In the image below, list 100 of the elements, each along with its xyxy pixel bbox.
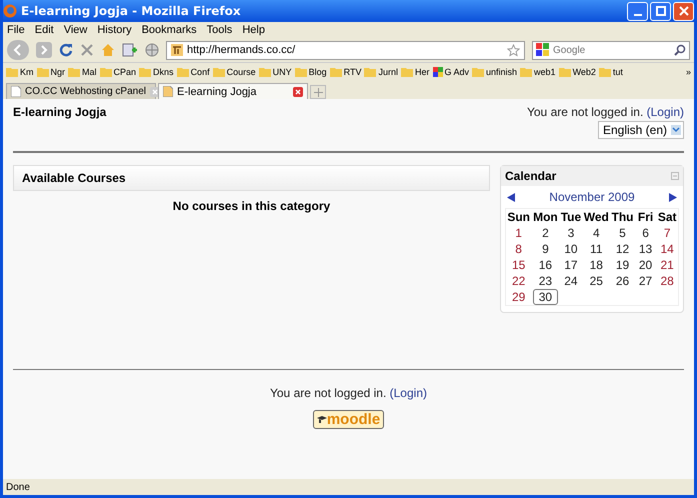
- folder-icon: [176, 67, 189, 77]
- calendar-day[interactable]: 26: [612, 274, 632, 288]
- weekday-header: Mon: [532, 209, 559, 225]
- plus-icon: [314, 88, 322, 96]
- calendar-day[interactable]: 4: [590, 226, 603, 240]
- calendar-day[interactable]: 7: [660, 226, 674, 240]
- menu-item[interactable]: Help: [242, 24, 265, 36]
- bookmark-item[interactable]: Her: [400, 67, 430, 77]
- more-bookmarks-button[interactable]: »: [686, 67, 691, 77]
- calendar-day[interactable]: 25: [586, 274, 606, 288]
- bookmark-item[interactable]: Ngr: [36, 67, 66, 77]
- month-title[interactable]: November 2009: [549, 190, 635, 204]
- calendar-day[interactable]: 5: [616, 226, 629, 240]
- star-icon[interactable]: [507, 44, 520, 56]
- folder-icon: [6, 67, 18, 77]
- previous-month-icon[interactable]: [507, 192, 515, 202]
- bookmark-item[interactable]: Blog: [294, 67, 327, 77]
- language-select[interactable]: English (en): [598, 121, 684, 139]
- menu-item[interactable]: Tools: [206, 24, 232, 36]
- engine-icon: [536, 43, 550, 57]
- close-icon: [678, 6, 688, 16]
- browser-tab[interactable]: CO.CC Webhosting cPanel: [6, 83, 156, 99]
- bookmark-item[interactable]: Conf: [176, 67, 210, 77]
- bookmark-item[interactable]: Mal: [68, 67, 97, 77]
- bookmark-item[interactable]: Course: [212, 67, 256, 77]
- calendar-day[interactable]: 1: [512, 226, 525, 240]
- calendar-day[interactable]: 9: [539, 242, 552, 256]
- bookmark-item[interactable]: web1: [520, 67, 556, 77]
- bookmark-item[interactable]: G Adv: [432, 67, 470, 77]
- close-tab-icon[interactable]: [150, 86, 160, 96]
- address-field[interactable]: http://hermands.co.cc/: [166, 40, 525, 60]
- calendar-day[interactable]: 2: [539, 226, 552, 240]
- calendar-day[interactable]: 18: [586, 258, 606, 272]
- calendar-day[interactable]: 16: [536, 258, 556, 272]
- calendar-day[interactable]: 27: [636, 274, 656, 288]
- calendar-day[interactable]: 14: [657, 242, 677, 256]
- bookmark-item[interactable]: CPan: [100, 67, 136, 77]
- menu-item[interactable]: View: [64, 24, 88, 36]
- calendar-day[interactable]: 13: [636, 242, 656, 256]
- weekday-header: Fri: [634, 208, 656, 225]
- site-icon: [171, 44, 183, 56]
- bookmark-item[interactable]: RTV: [330, 67, 362, 77]
- calendar-day[interactable]: 21: [657, 258, 677, 272]
- calendar-day[interactable]: 3: [564, 226, 578, 240]
- folder-icon: [294, 67, 307, 77]
- calendar-day[interactable]: 29: [508, 290, 528, 304]
- folder-icon: [212, 67, 225, 77]
- minimize-button[interactable]: [627, 2, 648, 20]
- folder-icon: [100, 67, 112, 77]
- menu-item[interactable]: History: [97, 24, 132, 36]
- firefox-icon: [3, 4, 17, 18]
- weekday-header: Tue: [560, 209, 582, 225]
- calendar-day[interactable]: 8: [512, 242, 525, 256]
- browser-tab[interactable]: E-learning Jogja: [158, 83, 308, 99]
- stop-icon[interactable]: [80, 43, 94, 57]
- weekday-header: Sun: [506, 209, 531, 225]
- calendar-day[interactable]: 28: [657, 274, 677, 288]
- calendar-day[interactable]: 15: [508, 258, 528, 272]
- calendar-day[interactable]: 24: [561, 274, 581, 288]
- globe-icon[interactable]: [145, 43, 159, 57]
- bookmark-item[interactable]: Km: [6, 67, 34, 77]
- calendar-day[interactable]: 11: [587, 242, 606, 256]
- close-tab-icon[interactable]: [293, 86, 303, 96]
- calendar-day[interactable]: 20: [636, 258, 656, 272]
- new-tab-button[interactable]: [310, 85, 326, 99]
- search-field[interactable]: Google: [532, 40, 690, 60]
- menu-item[interactable]: File: [7, 24, 25, 36]
- bookmark-item[interactable]: Jurnl: [364, 67, 398, 77]
- menu-item[interactable]: Bookmarks: [142, 24, 197, 36]
- bookmark-item[interactable]: UNY: [258, 67, 292, 77]
- login-link[interactable]: (Login): [390, 386, 427, 400]
- site-icon: [432, 67, 442, 77]
- dropdown-arrow-icon: [671, 125, 681, 135]
- close-button[interactable]: [673, 2, 694, 20]
- calendar-day[interactable]: 30: [532, 289, 558, 305]
- calendar-day[interactable]: 19: [612, 258, 632, 272]
- back-button[interactable]: [7, 40, 29, 60]
- reload-icon[interactable]: [59, 43, 73, 57]
- maximize-button[interactable]: [650, 2, 671, 20]
- menu-item[interactable]: Edit: [34, 24, 54, 36]
- page-icon: [163, 86, 173, 97]
- mortarboard-icon: [316, 414, 327, 424]
- page-add-icon[interactable]: [122, 43, 138, 57]
- login-link[interactable]: (Login): [646, 105, 684, 119]
- next-month-icon[interactable]: [668, 192, 677, 202]
- calendar-day[interactable]: 10: [561, 242, 581, 256]
- bookmark-item[interactable]: Web2: [558, 67, 596, 77]
- folder-icon: [598, 67, 611, 77]
- calendar-day[interactable]: 6: [639, 226, 652, 240]
- calendar-day[interactable]: 17: [561, 258, 581, 272]
- bookmark-item[interactable]: unfinish: [472, 67, 518, 77]
- calendar-day[interactable]: 23: [536, 274, 556, 288]
- empty-message: No courses in this category: [172, 199, 332, 213]
- bookmark-item[interactable]: Dkns: [139, 67, 174, 77]
- calendar-day[interactable]: 12: [612, 242, 632, 256]
- bookmark-item[interactable]: tut: [598, 67, 623, 77]
- calendar-day[interactable]: 22: [508, 274, 528, 288]
- weekday-header: Sat: [656, 208, 678, 225]
- search-icon[interactable]: [674, 44, 686, 56]
- forward-button[interactable]: [36, 42, 52, 58]
